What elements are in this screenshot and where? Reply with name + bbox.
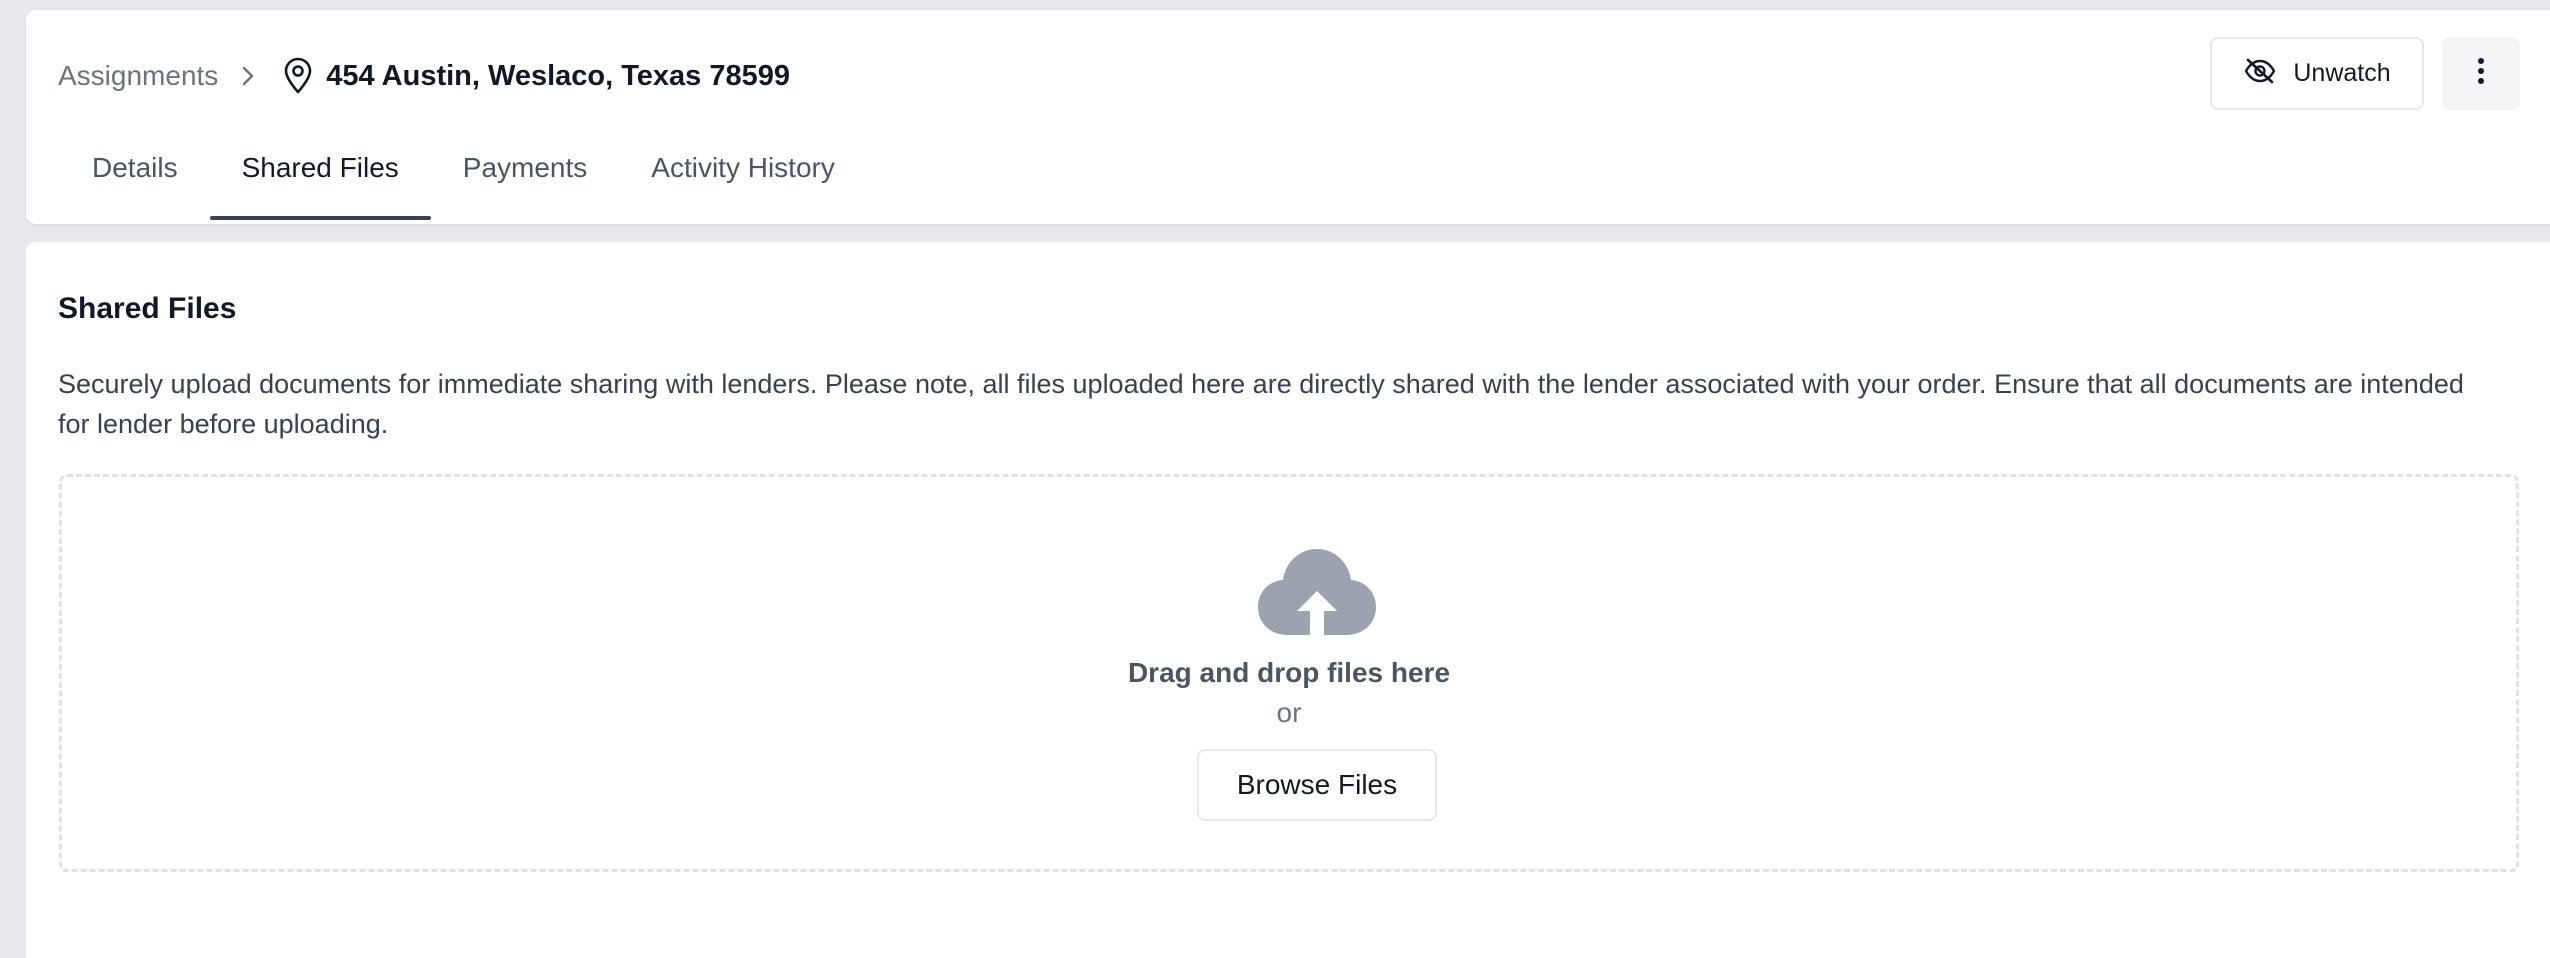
browse-files-button[interactable]: Browse Files (1197, 749, 1437, 821)
breadcrumb: Assignments 454 Austin, Weslaco, Texas 7… (58, 56, 790, 96)
unwatch-button[interactable]: Unwatch (2210, 37, 2424, 110)
tab-payments[interactable]: Payments (431, 130, 620, 220)
tab-shared-files[interactable]: Shared Files (209, 130, 431, 220)
drop-instructions: Drag and drop files here (1127, 657, 1451, 688)
file-dropzone[interactable]: Drag and drop files here or Browse Files (59, 474, 2519, 872)
tab-activity-history[interactable]: Activity History (619, 130, 867, 220)
breadcrumb-assignments-link[interactable]: Assignments (58, 60, 218, 92)
assignment-address: 454 Austin, Weslaco, Texas 78599 (326, 59, 791, 92)
map-pin-icon (280, 56, 316, 96)
shared-files-panel: Shared Files Securely upload documents f… (26, 242, 2550, 958)
section-description: Securely upload documents for immediate … (58, 369, 2464, 439)
tab-details[interactable]: Details (60, 130, 210, 220)
more-vertical-icon (2476, 56, 2486, 91)
chevron-right-icon (228, 60, 268, 92)
breadcrumb-location: 454 Austin, Weslaco, Texas 78599 (280, 56, 790, 96)
section-title: Shared Files (58, 292, 237, 325)
assignment-tabs: Details Shared Files Payments Activity H… (60, 130, 867, 220)
cloud-upload-icon (1258, 549, 1376, 635)
assignment-header: Assignments 454 Austin, Weslaco, Texas 7… (26, 10, 2550, 224)
more-options-button[interactable] (2442, 37, 2520, 110)
or-separator: or (1276, 697, 1302, 728)
eye-off-icon (2243, 57, 2277, 90)
unwatch-label: Unwatch (2293, 59, 2391, 87)
